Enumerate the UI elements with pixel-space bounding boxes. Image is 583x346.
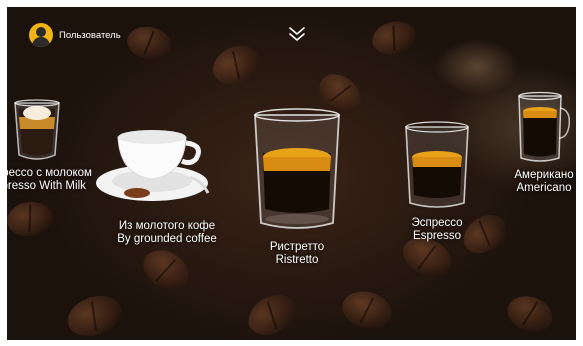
coffee-bean-decoration	[62, 288, 127, 340]
drink-label-en: Ristretto	[275, 254, 319, 266]
coffee-bean-decoration	[124, 23, 174, 63]
user-profile-button[interactable]: Пользователь	[29, 23, 121, 47]
americano-glass-icon	[518, 91, 571, 162]
drink-by-grounded-coffee[interactable]: Из молотого кофе By grounded coffee	[87, 125, 247, 246]
drink-label-ru: Эспрессо	[411, 217, 463, 229]
drink-espresso[interactable]: Эспрессо Espresso	[392, 119, 482, 243]
espresso-with-milk-cup-icon	[14, 99, 60, 160]
drink-label-en: Americano	[516, 182, 572, 194]
drink-espresso-with-milk[interactable]: Эспрессо с молоком Espresso With Milk	[7, 97, 97, 193]
coffee-bean-decoration	[241, 286, 303, 340]
user-name: Пользователь	[59, 29, 121, 41]
drink-ristretto[interactable]: Ристретто Ristretto	[242, 105, 352, 267]
drink-label-ru: Из молотого кофе	[118, 220, 216, 232]
drink-americano[interactable]: Американо Americano	[499, 90, 576, 195]
drink-label-ru: Эспрессо с молоком	[7, 167, 92, 179]
coffee-bean-decoration	[502, 290, 558, 338]
espresso-glass-icon	[405, 121, 469, 208]
drink-label-en: By grounded coffee	[117, 233, 217, 245]
user-avatar-icon	[29, 23, 53, 47]
ristretto-glass-icon	[254, 108, 340, 229]
drink-label-en: Espresso	[413, 230, 461, 242]
drink-label-ru: Ристретто	[269, 241, 325, 253]
drink-label-ru: Американо	[514, 169, 574, 181]
coffee-bean-decoration	[7, 198, 55, 240]
coffee-bean-decoration	[136, 242, 196, 298]
coffee-cup-with-saucer-icon	[96, 130, 210, 201]
coffee-bean-decoration	[206, 38, 266, 92]
double-chevron-down-icon[interactable]	[287, 25, 307, 43]
coffee-bean-decoration	[338, 286, 396, 334]
coffee-machine-screen: Пользователь Эспрессо с молоком Espresso…	[7, 7, 576, 340]
coffee-bean-decoration	[368, 16, 420, 60]
drink-label-en: Espresso With Milk	[7, 180, 86, 192]
